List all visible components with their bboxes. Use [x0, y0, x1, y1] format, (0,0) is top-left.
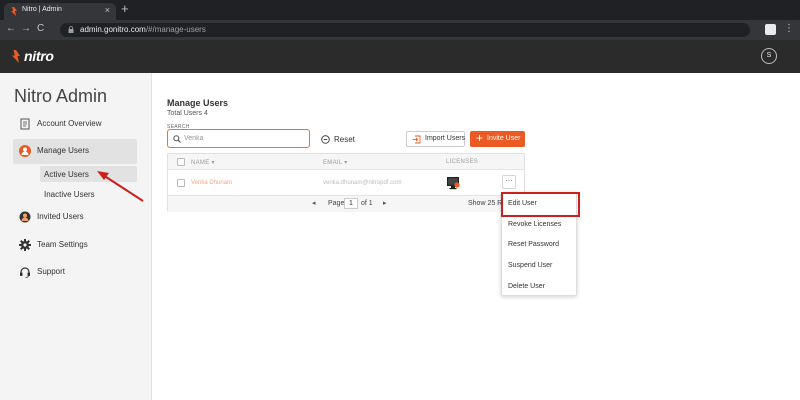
prev-page-button[interactable]: ◂ — [312, 199, 316, 207]
browser-toolbar: ← → C admin.gonitro.com/#/manage-users ⋮ — [0, 20, 800, 40]
import-users-label: Import Users — [425, 135, 466, 142]
sidebar-item-label: Manage Users — [37, 146, 90, 155]
sidebar: Nitro Admin Account Overview Manage User… — [0, 73, 152, 400]
license-monitor-icon — [447, 177, 460, 190]
document-icon — [20, 118, 30, 130]
user-email: venka.dhunam@nitropdf.com — [323, 180, 402, 186]
sidebar-item-label: Team Settings — [37, 240, 88, 249]
sidebar-item-label: Account Overview — [37, 119, 102, 128]
page-label: Page — [328, 200, 345, 207]
back-button[interactable]: ← — [6, 23, 16, 35]
user-avatar-button[interactable]: S — [761, 48, 777, 64]
address-bar[interactable]: admin.gonitro.com/#/manage-users — [60, 23, 750, 37]
import-icon — [412, 135, 421, 144]
invite-user-label: Invite User — [487, 135, 521, 142]
gear-icon — [19, 239, 31, 251]
users-table: NAME ▾ EMAIL ▾ LICENSES Venka Dhunam ven… — [167, 153, 525, 212]
nitro-favicon-icon — [11, 7, 17, 16]
browser-tab[interactable]: Nitro | Admin × — [4, 3, 116, 20]
column-header-email[interactable]: EMAIL ▾ — [323, 159, 348, 166]
new-tab-button[interactable]: + — [121, 2, 129, 16]
url-path: /#/manage-users — [145, 25, 206, 34]
menu-item-delete-user[interactable]: Delete User — [502, 277, 576, 297]
reload-button[interactable]: C — [37, 23, 44, 35]
menu-item-label: Revoke Licenses — [508, 221, 562, 228]
annotation-highlight-box — [501, 192, 580, 217]
logo-text: nitro — [24, 48, 54, 64]
column-header-name-label: NAME — [191, 160, 210, 166]
browser-tab-bar: Nitro | Admin × + — [0, 0, 800, 20]
app-header: nitro S — [0, 40, 800, 73]
table-pagination: ◂ Page 1 of 1 ▸ Show 25 Ro — [168, 196, 524, 212]
sidebar-subitem-label: Inactive Users — [44, 190, 95, 199]
search-field[interactable] — [167, 129, 310, 148]
headset-icon — [20, 267, 30, 278]
column-header-licenses: LICENSES — [446, 159, 479, 165]
invite-user-button[interactable]: + Invite User — [470, 131, 525, 147]
annotation-arrow-icon — [97, 171, 144, 202]
menu-item-label: Suspend User — [508, 262, 553, 269]
page-number-input[interactable]: 1 — [344, 198, 358, 209]
sidebar-item-label: Support — [37, 267, 66, 276]
sidebar-item-label: Invited Users — [37, 212, 84, 221]
close-tab-icon[interactable]: × — [105, 5, 110, 15]
table-header: NAME ▾ EMAIL ▾ LICENSES — [168, 154, 524, 170]
menu-item-label: Delete User — [508, 283, 545, 290]
sidebar-item-account-overview[interactable]: Account Overview — [13, 112, 137, 137]
forward-button[interactable]: → — [21, 23, 31, 35]
reset-label: Reset — [334, 135, 355, 144]
lock-icon — [68, 26, 74, 33]
search-input[interactable] — [184, 133, 304, 144]
sidebar-item-invited-users[interactable]: Invited Users — [13, 205, 137, 230]
search-icon — [173, 135, 181, 143]
app-title: Nitro Admin — [14, 86, 108, 106]
total-users-count: Total Users 4 — [167, 110, 208, 117]
menu-item-reset-password[interactable]: Reset Password — [502, 235, 576, 255]
column-header-email-label: EMAIL — [323, 160, 343, 166]
user-icon — [19, 211, 31, 223]
sidebar-item-team-settings[interactable]: Team Settings — [13, 233, 137, 258]
reset-icon — [321, 135, 330, 144]
column-header-name[interactable]: NAME ▾ — [191, 159, 215, 166]
next-page-button[interactable]: ▸ — [383, 199, 387, 207]
url-text: admin.gonitro.com/#/manage-users — [80, 25, 206, 34]
import-users-button[interactable]: Import Users — [406, 131, 465, 147]
nitro-logo-icon — [12, 50, 20, 63]
table-row: Venka Dhunam venka.dhunam@nitropdf.com ·… — [168, 170, 524, 196]
row-actions-button[interactable]: ··· — [502, 175, 516, 189]
browser-tab-title: Nitro | Admin — [22, 6, 62, 13]
row-checkbox[interactable] — [177, 179, 185, 187]
user-name[interactable]: Venka Dhunam — [191, 180, 232, 186]
page-total: of 1 — [361, 200, 373, 207]
sidebar-item-support[interactable]: Support — [13, 260, 137, 285]
extension-icon[interactable] — [765, 24, 776, 35]
menu-item-label: Reset Password — [508, 241, 559, 248]
sidebar-item-manage-users[interactable]: Manage Users — [13, 139, 137, 164]
select-all-checkbox[interactable] — [177, 158, 185, 166]
menu-item-suspend-user[interactable]: Suspend User — [502, 256, 576, 276]
plus-icon: + — [476, 131, 484, 145]
browser-menu-icon[interactable]: ⋮ — [784, 23, 794, 35]
sidebar-subitem-label: Active Users — [44, 170, 89, 179]
page-title: Manage Users — [167, 98, 229, 108]
menu-item-revoke-licenses[interactable]: Revoke Licenses — [502, 215, 576, 235]
url-host: admin.gonitro.com — [80, 25, 146, 34]
user-avatar-icon — [19, 145, 31, 157]
